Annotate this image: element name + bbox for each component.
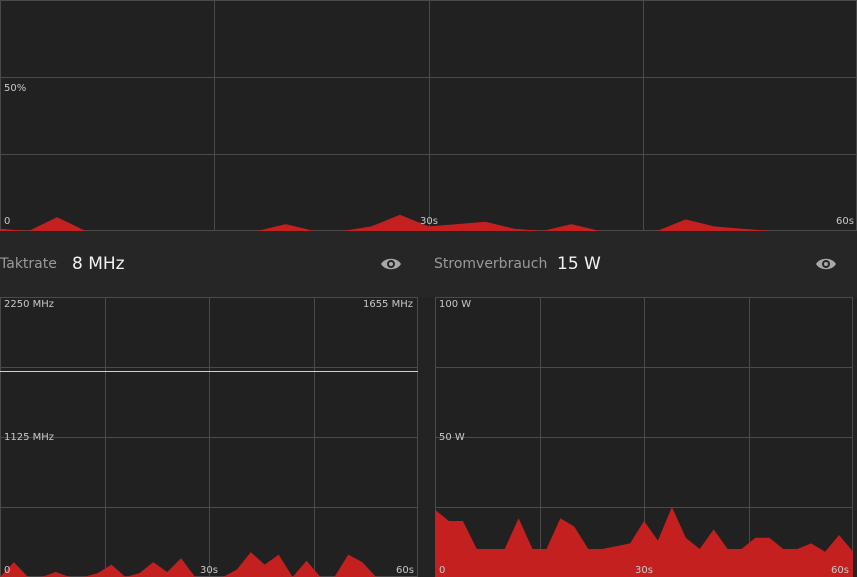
clock-y-mid-label: 1125 MHz: [4, 432, 55, 443]
usage-graph: [0, 0, 857, 231]
power-graph: [435, 297, 853, 577]
power-label: Stromverbrauch: [434, 256, 548, 272]
power-y-mid-label: 50 W: [439, 432, 465, 443]
usage-y-mid-label: 50%: [4, 83, 27, 94]
clock-zero-label: 0: [4, 565, 11, 576]
clock-label: Taktrate: [0, 256, 57, 272]
usage-zero-label: 0: [4, 216, 11, 227]
power-value: 15 W: [557, 254, 601, 274]
clock-header: Taktrate 8 MHz: [0, 231, 428, 297]
clock-graph: [0, 297, 418, 577]
clock-y-max-label: 2250 MHz: [4, 299, 55, 310]
power-x-end-label: 60s: [831, 565, 849, 576]
clock-peak-label: 1655 MHz: [362, 299, 413, 310]
power-zero-label: 0: [439, 565, 446, 576]
clock-eye-icon[interactable]: [380, 254, 402, 274]
usage-x-end-label: 60s: [836, 216, 854, 227]
clock-graph-panel: 2250 MHz 1655 MHz 1125 MHz 0 30s 60s: [0, 297, 418, 577]
power-header: Stromverbrauch 15 W: [428, 231, 857, 297]
power-x-mid-label: 30s: [635, 565, 653, 576]
usage-graph-panel: 50% 0 30s 60s: [0, 0, 857, 231]
power-y-max-label: 100 W: [439, 299, 472, 310]
usage-frame: [0, 0, 857, 231]
power-graph-panel: 100 W 50 W 0 30s 60s: [435, 297, 853, 577]
clock-x-mid-label: 30s: [200, 565, 218, 576]
power-eye-icon[interactable]: [815, 254, 837, 274]
clock-x-end-label: 60s: [396, 565, 414, 576]
usage-x-mid-label: 30s: [420, 216, 438, 227]
clock-value: 8 MHz: [72, 254, 125, 274]
